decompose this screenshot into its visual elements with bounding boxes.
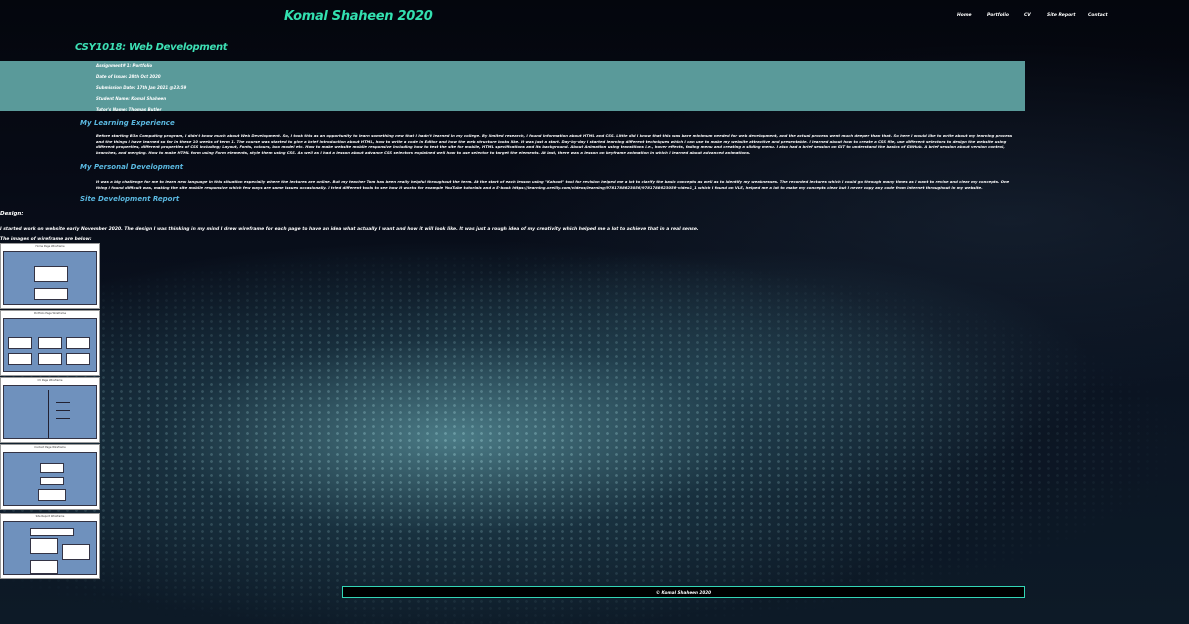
personal-paragraph: It was a big challenge for me to learn n… bbox=[96, 179, 1010, 190]
wireframe-image-cv: CV Page Wireframe bbox=[0, 377, 100, 443]
submission-date: Submission Date: 17th Jan 2021 @23:59 bbox=[96, 85, 187, 90]
student-name: Student Name: Komal Shaheen bbox=[96, 96, 167, 101]
assignment-info-panel: Assignment# 1: Portfolio Date of Issue: … bbox=[0, 61, 1025, 112]
wireframe-image-home: Home Page Wireframe bbox=[0, 243, 100, 309]
site-report-heading: Site Development Report bbox=[80, 195, 180, 203]
main-nav: Home Portfolio CV Site Report Contact bbox=[950, 13, 1110, 21]
background-dot-wave bbox=[0, 220, 1189, 624]
nav-cv[interactable]: CV bbox=[1024, 13, 1031, 18]
wireframe-image-contact: Contact Page Wireframe bbox=[0, 444, 100, 510]
wireframe-title: CV Page Wireframe bbox=[37, 379, 63, 382]
personal-heading: My Personal Development bbox=[80, 163, 184, 171]
footer: © Komal Shaheen 2020 bbox=[342, 586, 1025, 598]
design-label: Design: bbox=[0, 211, 24, 217]
nav-portfolio[interactable]: Portfolio bbox=[987, 13, 1009, 18]
wireframe-title: Portfolio Page Wireframe bbox=[33, 312, 67, 315]
learning-heading: My Learning Experience bbox=[80, 119, 175, 127]
wireframe-title: Site Report Wireframe bbox=[35, 515, 65, 518]
wireframe-title: Home Page Wireframe bbox=[35, 245, 65, 248]
wireframes-caption: The images of wireframe are below: bbox=[0, 237, 92, 242]
tutor-name: Tutor's Name: Thomas Butler bbox=[96, 107, 162, 112]
nav-home[interactable]: Home bbox=[957, 13, 972, 18]
wireframe-title: Contact Page Wireframe bbox=[34, 446, 66, 449]
assignment-label: Assignment# 1: Portfolio bbox=[96, 63, 153, 68]
wireframe-image-site-report: Site Report Wireframe bbox=[0, 513, 100, 579]
date-of-issue: Date of Issue: 28th Oct 2020 bbox=[96, 74, 161, 79]
learning-paragraph: Before starting B3a Computing program, I… bbox=[96, 133, 1013, 155]
design-paragraph: I started work on website early November… bbox=[0, 227, 699, 232]
nav-site-report[interactable]: Site Report bbox=[1047, 13, 1076, 18]
site-title: Komal Shaheen 2020 bbox=[284, 9, 433, 24]
wireframe-image-portfolio: Portfolio Page Wireframe bbox=[0, 310, 100, 376]
nav-contact[interactable]: Contact bbox=[1088, 13, 1108, 18]
course-title: CSY1018: Web Development bbox=[75, 42, 228, 53]
